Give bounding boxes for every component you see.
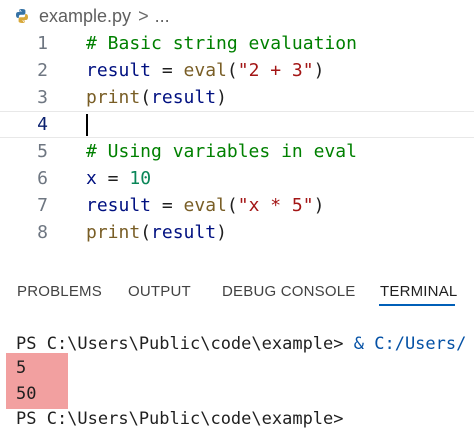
tab-output[interactable]: OUTPUT <box>128 283 191 300</box>
code-line-current[interactable]: 4 <box>0 111 474 138</box>
terminal-output-line: 50 <box>16 384 37 404</box>
code-text[interactable] <box>86 113 88 136</box>
line-number: 7 <box>37 195 48 216</box>
code-text[interactable]: print(result) <box>86 87 227 108</box>
code-text[interactable]: # Using variables in eval <box>86 141 357 162</box>
panel-tab-bar: PROBLEMS OUTPUT DEBUG CONSOLE TERMINAL <box>0 272 474 312</box>
breadcrumb-chevron-icon: > <box>138 5 149 26</box>
code-line[interactable]: 2 result = eval("2 + 3") <box>0 57 474 84</box>
code-line[interactable]: 7 result = eval("x * 5") <box>0 192 474 219</box>
code-text[interactable]: result = eval("x * 5") <box>86 195 324 216</box>
terminal-output-line: 5 <box>16 358 27 378</box>
code-line[interactable]: 8 print(result) <box>0 219 474 246</box>
code-line[interactable]: 3 print(result) <box>0 84 474 111</box>
line-number: 3 <box>37 87 48 108</box>
breadcrumb-more[interactable]: ... <box>155 6 170 27</box>
code-line[interactable]: 5 # Using variables in eval <box>0 138 474 165</box>
line-number: 5 <box>37 141 48 162</box>
terminal[interactable]: PS C:\Users\Public\code\example> & C:/Us… <box>0 332 474 446</box>
code-line[interactable]: 6 x = 10 <box>0 165 474 192</box>
breadcrumb-file[interactable]: example.py <box>39 6 131 27</box>
terminal-prompt-line: PS C:\Users\Public\code\example> <box>16 409 344 429</box>
text-cursor <box>86 113 88 136</box>
breadcrumb: example.py > ... <box>0 0 474 32</box>
active-tab-indicator <box>379 304 455 306</box>
code-editor[interactable]: 1 # Basic string evaluation 2 result = e… <box>0 30 474 250</box>
terminal-command[interactable]: & C:/Users/ <box>354 334 467 354</box>
tab-problems[interactable]: PROBLEMS <box>17 283 102 300</box>
code-text[interactable]: # Basic string evaluation <box>86 33 357 54</box>
line-number: 8 <box>37 222 48 243</box>
code-text[interactable]: x = 10 <box>86 168 151 189</box>
code-text[interactable]: print(result) <box>86 222 227 243</box>
terminal-command-line: PS C:\Users\Public\code\example> & C:/Us… <box>16 332 466 356</box>
terminal-prompt: PS C:\Users\Public\code\example> <box>16 334 354 354</box>
code-text[interactable]: result = eval("2 + 3") <box>86 60 324 81</box>
tab-debug-console[interactable]: DEBUG CONSOLE <box>222 283 355 300</box>
code-line[interactable]: 1 # Basic string evaluation <box>0 30 474 57</box>
line-number: 2 <box>37 60 48 81</box>
line-number: 1 <box>37 33 48 54</box>
line-number: 4 <box>37 114 48 135</box>
tab-terminal[interactable]: TERMINAL <box>380 283 457 300</box>
python-icon <box>16 9 28 23</box>
line-number: 6 <box>37 168 48 189</box>
